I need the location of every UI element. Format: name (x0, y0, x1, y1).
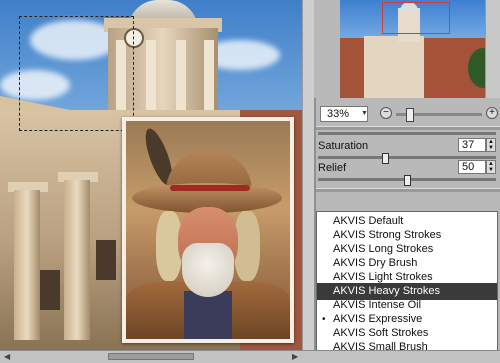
preset-label: AKVIS Light Strokes (333, 271, 433, 283)
relief-label: Relief (318, 162, 347, 174)
shirt (184, 291, 232, 339)
canvas-vertical-scrollbar[interactable] (302, 0, 314, 350)
preset-label: AKVIS Expressive (333, 313, 423, 325)
zoom-select[interactable]: 33% ▼ (320, 106, 368, 122)
saturation-slider[interactable] (318, 153, 496, 164)
preset-label: AKVIS Soft Strokes (333, 327, 429, 339)
relief-stepper[interactable]: ▲ ▼ (486, 160, 496, 174)
nav-facade (364, 36, 424, 98)
preset-label: AKVIS Heavy Strokes (333, 285, 440, 297)
preset-label: AKVIS Strong Strokes (333, 229, 442, 241)
navigator-thumbnail[interactable] (340, 0, 485, 98)
navigator-scrollbar[interactable] (485, 0, 500, 98)
image-canvas[interactable] (0, 0, 302, 350)
preset-label: AKVIS Dry Brush (333, 257, 418, 269)
preset-label: AKVIS Intense Oil (333, 299, 422, 311)
canvas-horizontal-scrollbar[interactable]: ◀ ▶ (0, 350, 500, 363)
preset-label: AKVIS Long Strokes (333, 243, 434, 255)
portrait-preview (126, 121, 290, 339)
minus-icon: − (383, 107, 389, 118)
selection-marquee[interactable] (19, 16, 134, 131)
window (96, 240, 116, 280)
zoom-slider[interactable] (396, 108, 482, 122)
zoom-in-button[interactable]: + (486, 107, 498, 119)
slider-track[interactable] (318, 132, 496, 135)
beard (182, 243, 234, 297)
window (40, 270, 60, 310)
zoom-controls: 33% ▼ − + (316, 104, 500, 126)
scroll-left-icon[interactable]: ◀ (4, 351, 10, 362)
saturation-label: Saturation (318, 140, 369, 152)
navigator-view-box[interactable] (382, 2, 450, 34)
tower-column (176, 40, 186, 114)
saturation-slider-knob[interactable] (382, 153, 389, 164)
column (14, 190, 40, 340)
zoom-value: 33% (327, 108, 350, 120)
presets-dropdown-list[interactable]: AKVIS Default AKVIS Strong Strokes AKVIS… (316, 211, 498, 353)
scroll-right-icon[interactable]: ▶ (292, 351, 298, 362)
plus-icon: + (489, 107, 495, 118)
preview-window[interactable] (122, 117, 294, 343)
tower-column (204, 40, 214, 114)
relief-slider-knob[interactable] (404, 175, 411, 186)
zoom-slider-knob[interactable] (406, 108, 414, 122)
horizontal-scroll-thumb[interactable] (108, 353, 194, 360)
relief-slider[interactable] (318, 175, 496, 186)
relief-field[interactable]: 50 (458, 160, 486, 174)
preset-label: AKVIS Default (333, 215, 404, 227)
chevron-down-icon: ▼ (361, 110, 368, 117)
saturation-field[interactable]: 37 (458, 138, 486, 152)
hat-band (170, 185, 250, 191)
zoom-out-button[interactable]: − (380, 107, 392, 119)
saturation-stepper[interactable]: ▲ ▼ (486, 138, 496, 152)
separator (316, 188, 500, 192)
column (64, 180, 90, 340)
separator (316, 126, 500, 130)
